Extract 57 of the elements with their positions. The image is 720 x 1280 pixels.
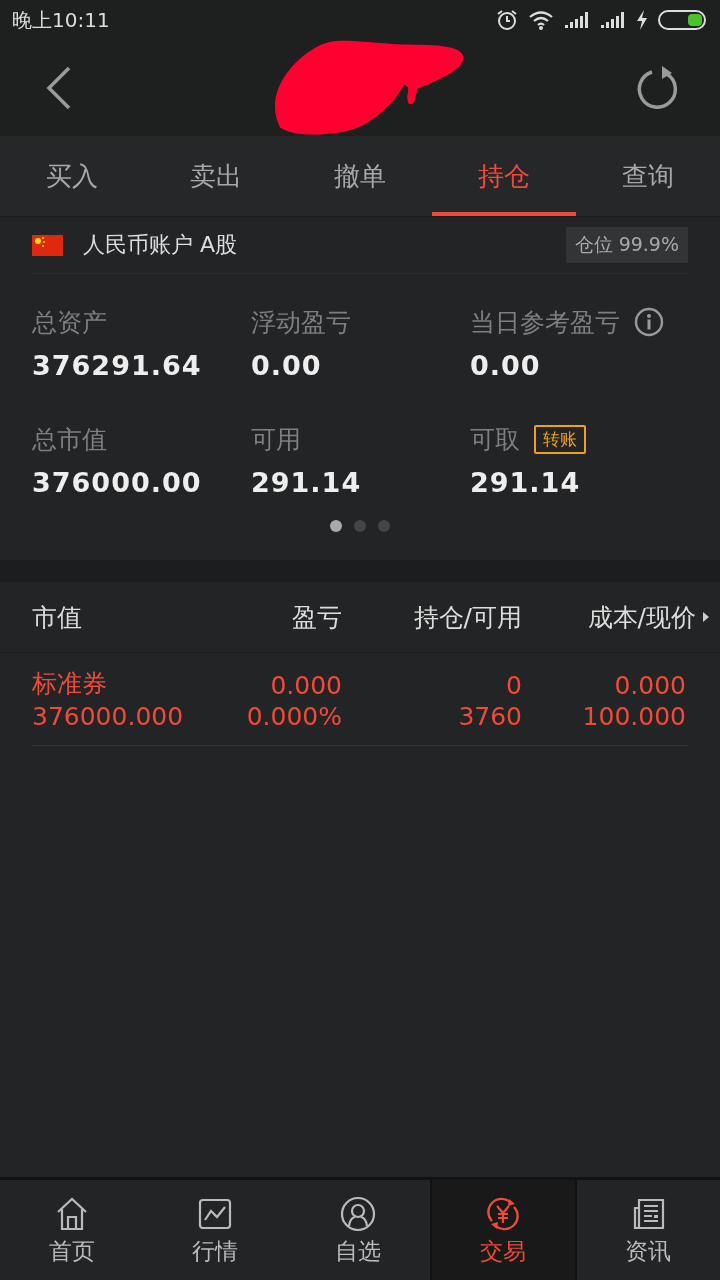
page-dot[interactable] [330,520,342,532]
transfer-button[interactable]: 转账 [534,424,586,454]
back-icon[interactable] [46,66,72,110]
table-cell: 100.000 [582,702,686,731]
stat-label: 总市值 [32,423,107,456]
table-cell: 0.000 [270,671,342,700]
signal-icon [564,11,590,29]
page-dot[interactable] [378,520,390,532]
column-header[interactable]: 盈亏 [292,600,342,634]
column-header[interactable]: 持仓/可用 [413,600,522,634]
nav-label: 自选 [335,1236,381,1266]
refresh-icon[interactable] [636,65,680,111]
stat-value: 376291.64 [32,350,203,381]
column-header[interactable]: 成本/现价 [587,600,696,634]
tab[interactable]: 买入 [0,136,144,216]
column-header[interactable]: 市值 [32,600,82,634]
table-cell: 0.000% [246,702,342,731]
clock: 晚上10:11 [12,6,110,34]
charging-icon [636,10,648,30]
stat-value: 0.00 [470,350,542,381]
nav-tab[interactable]: 行情 [143,1180,287,1280]
stat-label: 可取 [470,423,520,456]
stat-value: 0.00 [251,350,323,381]
nav-label: 资讯 [625,1236,672,1266]
account-name: 人民币账户 A股 [83,231,239,259]
nav-tab[interactable]: 资讯 [576,1180,720,1280]
info-icon[interactable] [634,307,664,337]
china-flag-icon [32,234,63,256]
alarm-icon [496,9,518,31]
nav-tab[interactable]: 首页 [0,1180,144,1280]
table-cell: 0.000 [614,671,686,700]
stat-value: 376000.00 [32,467,203,498]
nav-label: 首页 [48,1236,95,1266]
signal-icon [600,11,626,29]
position-badge: 仓位 99.9% [565,227,688,263]
stat-label: 可用 [251,423,301,456]
caret-icon[interactable] [702,611,710,623]
wifi-icon [528,10,554,30]
stat-label: 总资产 [32,306,107,339]
table-cell-text: 标准券 [32,668,108,700]
stat-label: 浮动盈亏 [251,306,351,339]
battery-icon [658,10,708,30]
nav-label: 行情 [191,1236,238,1266]
tab[interactable]: 卖出 [144,136,288,216]
table-cell: 376000.000 [32,702,182,731]
stat-label: 当日参考盈亏 [470,306,620,339]
stat-value: 291.14 [470,467,582,498]
tab[interactable]: 查询 [576,136,720,216]
tab[interactable]: 撤单 [288,136,432,216]
stat-value: 291.14 [251,467,363,498]
tab[interactable]: 持仓 [432,136,576,216]
table-cell: 3760 [458,702,522,731]
page-dot[interactable] [354,520,366,532]
nav-tab[interactable]: 自选 [286,1180,430,1280]
nav-label: 交易 [480,1236,527,1266]
nav-tab[interactable]: 交易 [429,1180,577,1280]
table-cell: 0 [506,671,522,700]
